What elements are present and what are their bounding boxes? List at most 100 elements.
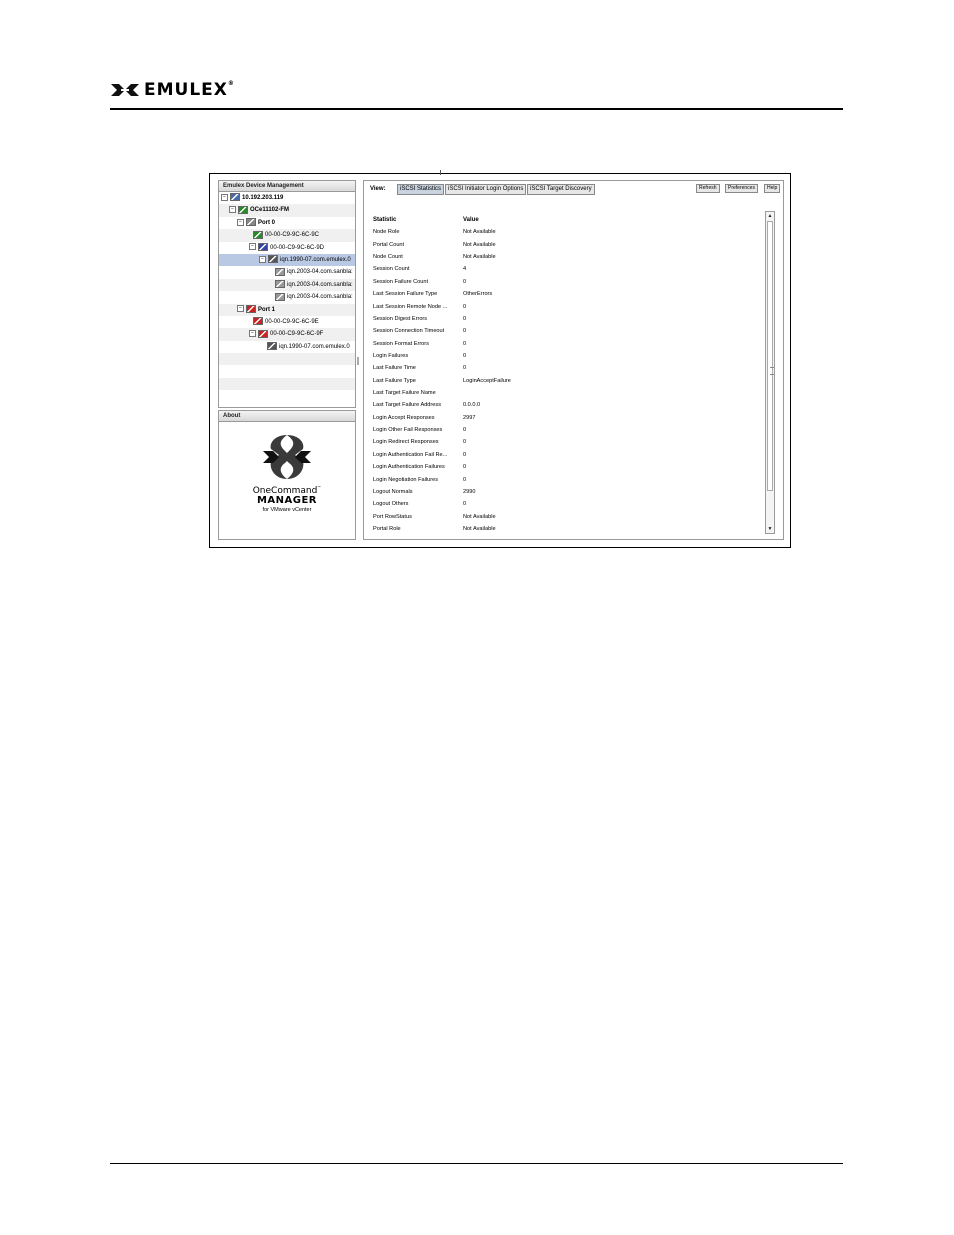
collapse-icon[interactable]: −: [249, 330, 256, 338]
statistic-value: 0: [463, 315, 467, 322]
tree-node[interactable]: − 00-00-C9-9C-6C-9D: [219, 242, 355, 254]
tab-iscsi-initiator-login-options[interactable]: iSCSI Initiator Login Options: [445, 184, 527, 195]
statistic-name: Session Count: [373, 266, 410, 273]
tree-node[interactable]: − Port 0: [219, 217, 355, 229]
onecommand-logo-icon: [263, 435, 311, 479]
statistic-value: 2990: [463, 488, 476, 495]
tree-node[interactable]: iqn.2003-04.com.sanbla:: [219, 278, 355, 292]
panel-splitter[interactable]: [357, 357, 359, 365]
statistic-name: Login Other Fail Responses: [373, 427, 443, 434]
tree-node-label: Port 0: [258, 219, 276, 226]
statistic-value: 0: [463, 328, 467, 335]
target-icon: [267, 342, 277, 351]
brand-name: EMULEX®: [144, 80, 235, 100]
about-title: About: [219, 411, 355, 422]
statistic-name: Last Failure Type: [373, 377, 416, 384]
statistic-name: Last Session Remote Node ...: [373, 303, 448, 310]
statistic-value: 0: [463, 451, 467, 458]
server-icon: [230, 193, 240, 202]
product-subtitle: for VMware vCenter: [262, 507, 312, 513]
statistic-value: 0: [463, 303, 467, 310]
tree-node[interactable]: 00-00-C9-9C-6C-9E: [219, 316, 355, 328]
column-header-value: Value: [463, 217, 479, 223]
tab-iscsi-statistics[interactable]: iSCSI Statistics: [397, 184, 445, 195]
tree-node[interactable]: iqn.1990-07.com.emulex.0: [219, 341, 355, 353]
collapse-icon[interactable]: −: [249, 243, 256, 251]
statistic-value: 4: [463, 266, 467, 273]
statistic-name: Login Authentication Failures: [373, 464, 445, 471]
tab-iscsi-target-discovery[interactable]: iSCSI Target Discovery: [527, 184, 595, 195]
lun-icon: [275, 267, 285, 276]
emulex-mark-icon: [111, 84, 139, 96]
target-icon: [268, 255, 278, 264]
tree-node[interactable]: iqn.2003-04.com.sanbla:: [219, 291, 355, 303]
tree-node[interactable]: 00-00-C9-9C-6C-9C: [219, 229, 355, 242]
statistic-value: 0: [463, 278, 467, 285]
statistic-value: Not Available: [463, 241, 496, 248]
statistic-value: 0: [463, 352, 467, 359]
scroll-thumb[interactable]: [767, 221, 774, 491]
help-button[interactable]: Help: [764, 184, 781, 193]
tree-empty-row: [219, 390, 355, 402]
collapse-icon[interactable]: −: [237, 218, 244, 226]
statistic-value: 0: [463, 501, 467, 508]
statistic-name: Last Target Failure Address: [373, 402, 441, 409]
tree-node-label: iqn.2003-04.com.sanbla:: [287, 269, 353, 276]
tree-node[interactable]: − OCe11102-FM: [219, 204, 355, 217]
tree-node-label: iqn.2003-04.com.sanbla:: [287, 281, 353, 288]
statistic-name: Port RowStatus: [373, 513, 412, 520]
tree-node-label: 00-00-C9-9C-6C-9D: [270, 244, 325, 251]
tree-node[interactable]: − iqn.1990-07.com.emulex.0: [219, 253, 355, 267]
statistic-name: Node Role: [373, 229, 400, 236]
tree-node[interactable]: iqn.2003-04.com.sanbla:: [219, 266, 355, 278]
tree-empty-row: [219, 377, 355, 391]
statistic-name: Session Digest Errors: [373, 315, 428, 322]
tree-empty-row: [219, 365, 355, 377]
about-panel: About OneCommand™ MANAGER for VMware vCe…: [218, 410, 356, 540]
statistic-name: Session Failure Count: [373, 278, 429, 285]
tree-node-label: 00-00-C9-9C-6C-9C: [265, 232, 320, 239]
tree-node[interactable]: − Port 1: [219, 303, 355, 316]
network-function-icon: [258, 329, 268, 338]
tree-node-label: iqn.1990-07.com.emulex.0: [280, 256, 351, 263]
statistic-value: 0: [463, 427, 467, 434]
tree-node-label: OCe11102-FM: [250, 207, 290, 214]
statistic-value: Not Available: [463, 229, 496, 236]
collapse-icon[interactable]: −: [237, 305, 244, 313]
footer-rule: [110, 1163, 843, 1164]
tree-node-label: iqn.2003-04.com.sanbla:: [287, 294, 353, 301]
tree-node-label: 00-00-C9-9C-6C-9E: [265, 318, 319, 325]
statistic-name: Login Failures: [373, 352, 409, 359]
tree-node-label: iqn.1990-07.com.emulex.0: [279, 343, 350, 350]
collapse-icon[interactable]: −: [221, 193, 228, 201]
tree-node-label: Port 1: [258, 306, 276, 313]
network-function-icon: [253, 230, 263, 239]
statistic-name: Session Connection Timeout: [373, 328, 445, 335]
device-tree-panel: Emulex Device Management −10.192.203.119…: [218, 180, 356, 408]
statistic-value: 0.0.0.0: [463, 402, 481, 409]
tree-node[interactable]: − 10.192.203.119: [219, 192, 355, 204]
collapse-icon[interactable]: −: [229, 206, 236, 214]
emulex-logo: EMULEX®: [110, 80, 235, 100]
refresh-button[interactable]: Refresh: [696, 184, 720, 193]
statistics-panel: View: iSCSI Statistics iSCSI Initiator L…: [363, 180, 784, 540]
column-header-statistic: Statistic: [373, 217, 397, 223]
statistic-name: Logout Normals: [373, 488, 413, 495]
device-tree-title: Emulex Device Management: [219, 181, 355, 192]
collapse-icon[interactable]: −: [259, 255, 266, 263]
statistic-name: Last Session Failure Type: [373, 291, 438, 298]
preferences-button[interactable]: Preferences: [725, 184, 758, 193]
tree-empty-row: [219, 353, 355, 366]
statistic-value: 0: [463, 464, 467, 471]
statistic-value: 2997: [463, 414, 476, 421]
network-function-icon: [258, 242, 268, 251]
statistic-name: Session Format Errors: [373, 340, 429, 347]
header-rule: [110, 108, 843, 110]
statistics-scrollbar[interactable]: ▲ ▼: [765, 211, 775, 534]
adapter-icon: [238, 205, 248, 214]
tree-node[interactable]: − 00-00-C9-9C-6C-9F: [219, 328, 355, 341]
scroll-down-icon[interactable]: ▼: [766, 525, 774, 533]
statistic-name: Logout Others: [373, 501, 409, 508]
scroll-up-icon[interactable]: ▲: [766, 212, 774, 220]
scroll-grip-icon: [770, 367, 774, 375]
